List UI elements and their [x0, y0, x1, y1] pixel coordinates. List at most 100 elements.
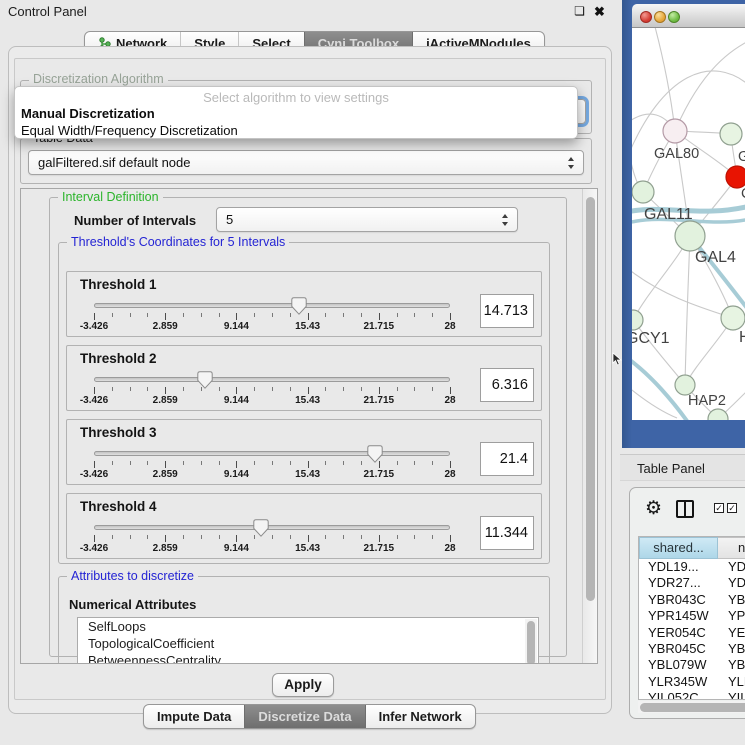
- number-of-intervals-value: 5: [226, 212, 233, 227]
- attribute-list-item[interactable]: TopologicalCoefficient: [78, 635, 538, 652]
- network-node[interactable]: [675, 221, 705, 251]
- tick-mark: [165, 313, 166, 320]
- float-window-icon[interactable]: ❏: [571, 3, 588, 20]
- columns-icon[interactable]: [676, 500, 694, 518]
- table-row[interactable]: YBR045CYBR0: [639, 641, 745, 657]
- table-cell[interactable]: YLR345W: [639, 674, 718, 690]
- threshold-value-input[interactable]: [480, 368, 534, 402]
- scrollbar-thumb[interactable]: [586, 197, 595, 601]
- table-cell[interactable]: YIL052C: [639, 690, 718, 700]
- threshold-value-input[interactable]: [480, 516, 534, 550]
- main-vertical-scrollbar[interactable]: [582, 189, 597, 663]
- table-row[interactable]: YBR043CYBR0: [639, 592, 745, 608]
- tick-label: 28: [444, 469, 455, 480]
- table-cell[interactable]: YBR045C: [639, 641, 718, 657]
- slider-thumb[interactable]: [367, 445, 383, 463]
- minimize-traffic-light[interactable]: [654, 11, 666, 23]
- tick-mark: [343, 461, 344, 465]
- tab-infer-network[interactable]: Infer Network: [365, 705, 475, 728]
- table-cell[interactable]: YER054C: [639, 625, 718, 641]
- table-cell[interactable]: YDR2: [718, 575, 745, 591]
- scrollbar-thumb[interactable]: [527, 621, 535, 664]
- node-attribute-table[interactable]: shared... n YDL19...YDL1YDR27...YDR2YBR0…: [638, 536, 745, 700]
- table-row[interactable]: YDR27...YDR2: [639, 575, 745, 591]
- table-panel-titlebar: Table Panel: [620, 454, 745, 481]
- close-traffic-light[interactable]: [640, 11, 652, 23]
- numerical-attributes-list[interactable]: SelfLoopsTopologicalCoefficientBetweenne…: [77, 617, 539, 664]
- table-cell[interactable]: YBL079W: [639, 657, 718, 673]
- tick-mark: [201, 313, 202, 317]
- settings-scrollpane: Interval Definition Number of Intervals …: [20, 188, 598, 664]
- column-header-name[interactable]: n: [718, 537, 745, 559]
- number-of-intervals-label: Number of Intervals: [74, 213, 196, 228]
- table-cell[interactable]: YPR145W: [639, 608, 718, 624]
- popup-item[interactable]: Equal Width/Frequency Discretization: [15, 122, 577, 139]
- network-node[interactable]: [721, 306, 745, 330]
- network-node[interactable]: [632, 181, 654, 203]
- tick-mark: [112, 313, 113, 317]
- tab-impute-data[interactable]: Impute Data: [144, 705, 244, 728]
- network-node[interactable]: [663, 119, 687, 143]
- tick-mark: [219, 313, 220, 317]
- network-node[interactable]: [720, 123, 742, 145]
- attribute-list-item[interactable]: SelfLoops: [78, 618, 538, 635]
- tab-discretize-data[interactable]: Discretize Data: [244, 705, 364, 728]
- table-cell[interactable]: YIL0: [718, 690, 745, 700]
- checkbox-icon[interactable]: ✓: [714, 503, 724, 513]
- table-row[interactable]: YDL19...YDL1: [639, 559, 745, 575]
- number-of-intervals-combo[interactable]: 5: [216, 207, 518, 232]
- table-cell[interactable]: YBR0: [718, 641, 745, 657]
- network-node[interactable]: [675, 375, 695, 395]
- threshold-slider[interactable]: [94, 303, 450, 308]
- scrollbar-thumb[interactable]: [640, 703, 745, 712]
- table-cell[interactable]: YBR043C: [639, 592, 718, 608]
- threshold-slider[interactable]: [94, 525, 450, 530]
- table-row[interactable]: YIL052CYIL0: [639, 690, 745, 700]
- tick-mark: [450, 313, 451, 320]
- slider-thumb[interactable]: [291, 297, 307, 315]
- tick-mark: [112, 535, 113, 539]
- zoom-traffic-light[interactable]: [668, 11, 680, 23]
- cytoscape-app: Control Panel ❏ ✖ Network Style Select C…: [0, 0, 745, 745]
- table-cell[interactable]: YBL0: [718, 657, 745, 673]
- apply-button[interactable]: Apply: [272, 673, 334, 697]
- threshold-slider[interactable]: [94, 377, 450, 382]
- attributes-group: Attributes to discretize Numerical Attri…: [58, 576, 550, 664]
- table-cell[interactable]: YDR27...: [639, 575, 718, 591]
- threshold-value-input[interactable]: [480, 442, 534, 476]
- attribute-list-item[interactable]: BetweennessCentrality: [78, 652, 538, 664]
- close-panel-icon[interactable]: ✖: [591, 3, 608, 20]
- network-node[interactable]: [726, 166, 745, 188]
- table-cell[interactable]: YLR3: [718, 674, 745, 690]
- table-row[interactable]: YER054CYER0: [639, 625, 745, 641]
- threshold-value-input[interactable]: [480, 294, 534, 328]
- table-row[interactable]: YLR345WYLR3: [639, 674, 745, 690]
- network-view-canvas[interactable]: GAL80GCGAL11GAL4GCY1HHAP2: [632, 28, 745, 420]
- tick-mark: [219, 461, 220, 465]
- discretization-algorithm-group-title: Discretization Algorithm: [29, 72, 168, 87]
- tick-mark: [183, 461, 184, 465]
- attributes-scrollbar[interactable]: [525, 619, 537, 664]
- table-data-combo[interactable]: galFiltered.sif default node: [28, 150, 584, 175]
- table-cell[interactable]: YPR1: [718, 608, 745, 624]
- table-row[interactable]: YBL079WYBL0: [639, 657, 745, 673]
- column-header-shared-name[interactable]: shared...: [639, 537, 718, 559]
- checkbox-icon[interactable]: ✓: [727, 503, 737, 513]
- gear-icon[interactable]: ⚙: [645, 497, 662, 521]
- slider-tick-labels: -3.4262.8599.14415.4321.71528: [94, 469, 450, 481]
- table-cell[interactable]: YBR0: [718, 592, 745, 608]
- table-cell[interactable]: YDL19...: [639, 559, 718, 575]
- tick-label: 9.144: [224, 469, 249, 480]
- table-cell[interactable]: YDL1: [718, 559, 745, 575]
- network-node[interactable]: [708, 409, 728, 420]
- threshold-slider[interactable]: [94, 451, 450, 456]
- table-horizontal-scrollbar[interactable]: [638, 701, 745, 713]
- slider-thumb[interactable]: [197, 371, 213, 389]
- slider-thumb[interactable]: [253, 519, 269, 537]
- table-row[interactable]: YPR145WYPR1: [639, 608, 745, 624]
- table-cell[interactable]: YER0: [718, 625, 745, 641]
- network-node[interactable]: [632, 310, 643, 330]
- tick-mark: [147, 461, 148, 465]
- tick-mark: [254, 313, 255, 317]
- popup-item[interactable]: Manual Discretization: [15, 105, 577, 122]
